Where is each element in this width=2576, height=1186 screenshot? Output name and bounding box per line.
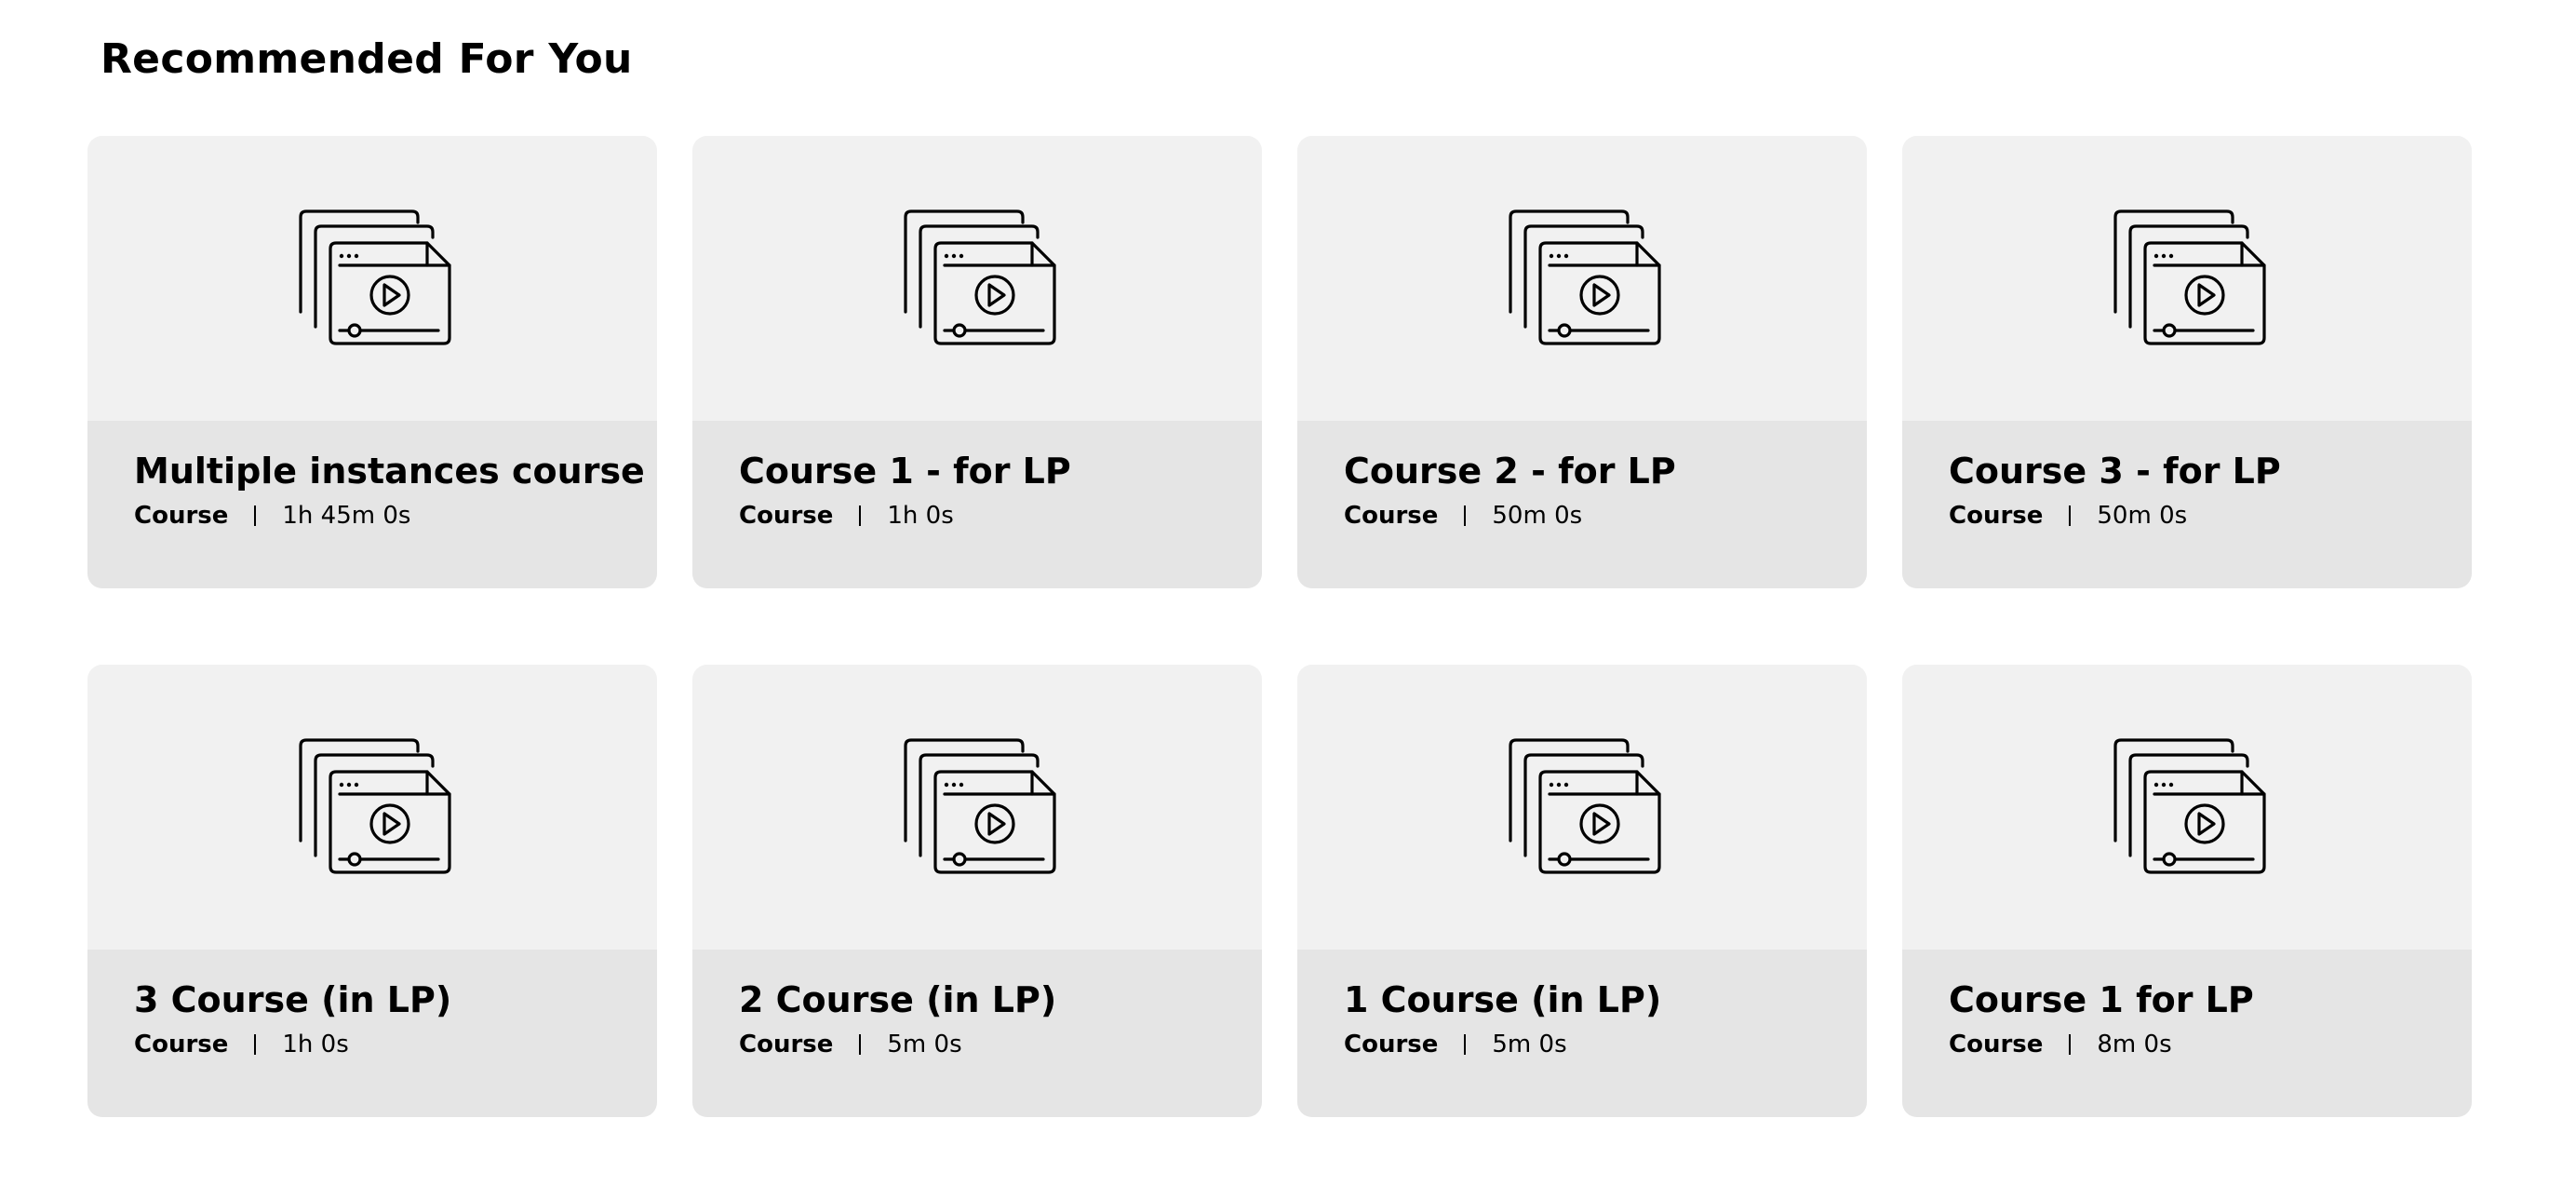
course-info: Multiple instances course Course 1h 45m …	[87, 421, 657, 588]
course-type-label: Course	[134, 1031, 229, 1058]
course-info: 2 Course (in LP) Course 5m 0s	[692, 950, 1262, 1117]
meta-divider	[2069, 1034, 2072, 1055]
meta-divider	[859, 505, 862, 526]
course-info: Course 1 for LP Course 8m 0s	[1902, 950, 2472, 1117]
course-title[interactable]: Course 2 - for LP	[1344, 447, 1820, 495]
course-info: Course 1 - for LP Course 1h 0s	[692, 421, 1262, 588]
course-card[interactable]: Course 1 - for LP Course 1h 0s	[692, 136, 1262, 588]
course-thumbnail	[692, 136, 1262, 421]
meta-divider	[2069, 505, 2072, 526]
course-duration: 8m 0s	[2097, 1031, 2172, 1058]
course-title[interactable]: 1 Course (in LP)	[1344, 976, 1820, 1024]
meta-divider	[1464, 505, 1467, 526]
course-type-label: Course	[1344, 1031, 1439, 1058]
course-title[interactable]: Multiple instances course	[134, 447, 645, 495]
course-meta: Course 50m 0s	[1949, 499, 2425, 532]
course-duration: 1h 45m 0s	[282, 502, 411, 530]
meta-divider	[1464, 1034, 1467, 1055]
section-title: Recommended For You	[101, 35, 633, 83]
course-meta: Course 5m 0s	[739, 1028, 1215, 1061]
video-course-icon	[2113, 209, 2266, 345]
meta-divider	[254, 505, 257, 526]
course-card[interactable]: Multiple instances course Course 1h 45m …	[87, 136, 657, 588]
course-duration: 5m 0s	[887, 1031, 962, 1058]
course-card[interactable]: Course 1 for LP Course 8m 0s	[1902, 665, 2472, 1117]
meta-divider	[859, 1034, 862, 1055]
course-info: 1 Course (in LP) Course 5m 0s	[1297, 950, 1867, 1117]
course-card[interactable]: 1 Course (in LP) Course 5m 0s	[1297, 665, 1867, 1117]
video-course-icon	[2113, 738, 2266, 874]
course-duration: 1h 0s	[282, 1031, 349, 1058]
course-duration: 50m 0s	[1492, 502, 1583, 530]
course-title[interactable]: 2 Course (in LP)	[739, 976, 1215, 1024]
video-course-icon	[1509, 738, 1661, 874]
course-thumbnail	[87, 665, 657, 950]
video-course-icon	[904, 738, 1056, 874]
course-meta: Course 5m 0s	[1344, 1028, 1820, 1061]
course-thumbnail	[1297, 665, 1867, 950]
course-title[interactable]: Course 1 for LP	[1949, 976, 2425, 1024]
course-type-label: Course	[739, 502, 834, 530]
course-card[interactable]: 2 Course (in LP) Course 5m 0s	[692, 665, 1262, 1117]
course-meta: Course 8m 0s	[1949, 1028, 2425, 1061]
course-duration: 1h 0s	[887, 502, 954, 530]
course-type-label: Course	[1949, 1031, 2044, 1058]
video-course-icon	[299, 738, 451, 874]
course-thumbnail	[1902, 665, 2472, 950]
course-title[interactable]: 3 Course (in LP)	[134, 976, 610, 1024]
course-type-label: Course	[739, 1031, 834, 1058]
course-meta: Course 50m 0s	[1344, 499, 1820, 532]
video-course-icon	[299, 209, 451, 345]
course-title[interactable]: Course 3 - for LP	[1949, 447, 2425, 495]
course-grid: Multiple instances course Course 1h 45m …	[87, 136, 2472, 1117]
course-info: Course 2 - for LP Course 50m 0s	[1297, 421, 1867, 588]
course-info: 3 Course (in LP) Course 1h 0s	[87, 950, 657, 1117]
course-duration: 50m 0s	[2097, 502, 2188, 530]
video-course-icon	[904, 209, 1056, 345]
meta-divider	[254, 1034, 257, 1055]
course-card[interactable]: Course 3 - for LP Course 50m 0s	[1902, 136, 2472, 588]
course-thumbnail	[1902, 136, 2472, 421]
course-type-label: Course	[134, 502, 229, 530]
course-type-label: Course	[1949, 502, 2044, 530]
course-meta: Course 1h 0s	[134, 1028, 610, 1061]
video-course-icon	[1509, 209, 1661, 345]
course-type-label: Course	[1344, 502, 1439, 530]
course-meta: Course 1h 45m 0s	[134, 499, 610, 532]
course-title[interactable]: Course 1 - for LP	[739, 447, 1215, 495]
course-thumbnail	[692, 665, 1262, 950]
course-thumbnail	[1297, 136, 1867, 421]
course-info: Course 3 - for LP Course 50m 0s	[1902, 421, 2472, 588]
course-meta: Course 1h 0s	[739, 499, 1215, 532]
course-card[interactable]: 3 Course (in LP) Course 1h 0s	[87, 665, 657, 1117]
course-duration: 5m 0s	[1492, 1031, 1567, 1058]
course-card[interactable]: Course 2 - for LP Course 50m 0s	[1297, 136, 1867, 588]
course-thumbnail	[87, 136, 657, 421]
